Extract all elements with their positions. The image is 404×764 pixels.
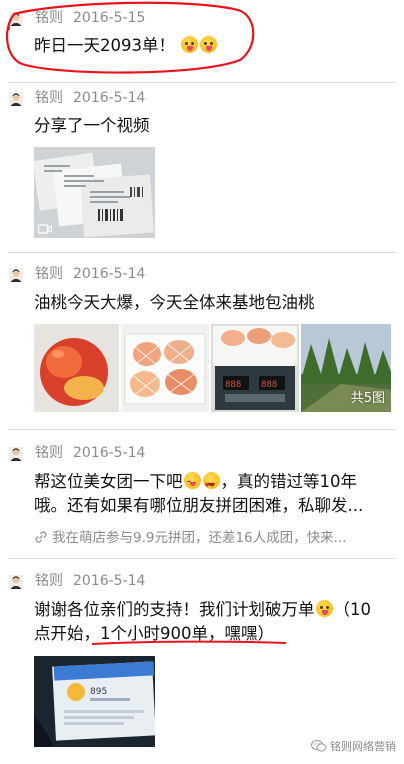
post-author[interactable]: 铭则 — [35, 573, 63, 589]
post-text-content: 帮这位美女团一下吧 — [34, 472, 183, 491]
post-author[interactable]: 铭则 — [35, 445, 63, 461]
post-text-content: 谢谢各位亲们的支持！我们计划破万单 — [34, 600, 315, 619]
photo-thumbnail[interactable] — [121, 324, 209, 412]
tongue-emoji-icon — [315, 600, 333, 617]
watermark: 铭则网络营销 — [311, 738, 396, 754]
link-icon — [35, 531, 47, 543]
wechat-icon — [311, 740, 327, 752]
avatar[interactable] — [9, 268, 23, 282]
moment-post-2: 铭则 2016-5-14 分享了一个视频 — [0, 83, 404, 253]
heart-eyes-emoji-icon — [202, 472, 220, 498]
post-text: 分享了一个视频 — [34, 114, 386, 138]
annotation-underline — [91, 640, 287, 645]
post-author[interactable]: 铭则 — [35, 266, 63, 282]
post-date: 2016-5-14 — [73, 266, 146, 282]
shared-link-text: 我在萌店参与9.9元拼团，还差16人成团，快来... — [52, 530, 347, 546]
video-icon — [38, 224, 52, 234]
svg-text:888: 888 — [261, 380, 277, 390]
moment-post-4: 铭则 2016-5-14 帮这位美女团一下吧，真的错过等10年哦。还有如果有哪位朋… — [0, 430, 404, 558]
svg-text:888: 888 — [225, 380, 241, 390]
moment-post-1: 铭则 2016-5-15 昨日一天2093单！ — [0, 0, 404, 82]
post-text: 帮这位美女团一下吧，真的错过等10年哦。还有如果有哪位朋友拼团困难，私聊发... — [34, 470, 386, 518]
moment-post-5: 铭则 2016-5-14 谢谢各位亲们的支持！我们计划破万单 （10点开始，1个小时… — [0, 559, 404, 764]
post-author[interactable]: 铭则 — [35, 90, 63, 106]
post-meta: 铭则 2016-5-14 — [35, 90, 145, 106]
image-count-badge: 共5图 — [350, 391, 385, 406]
post-date: 2016-5-14 — [73, 573, 146, 589]
post-date: 2016-5-14 — [73, 90, 146, 106]
post-meta: 铭则 2016-5-14 — [35, 266, 145, 282]
photo-thumbnail[interactable]: 888 888 — [211, 324, 299, 412]
post-meta: 铭则 2016-5-14 — [35, 445, 145, 461]
avatar[interactable] — [9, 447, 23, 461]
post-text-content: 油桃今天大爆，今天全体来基地包油桃 — [34, 293, 315, 312]
post-date: 2016-5-14 — [73, 445, 146, 461]
avatar[interactable] — [9, 92, 23, 106]
yum-emoji-icon — [183, 472, 201, 489]
avatar[interactable] — [9, 575, 23, 589]
photo-thumbnail[interactable]: 共5图 — [301, 324, 391, 412]
photo-thumbnail[interactable]: 895 — [34, 656, 155, 747]
annotation-circle — [6, 1, 255, 74]
post-text: 油桃今天大爆，今天全体来基地包油桃 — [34, 291, 386, 315]
photo-thumbnail[interactable] — [34, 324, 119, 412]
screen-number: 895 — [90, 687, 107, 697]
watermark-text: 铭则网络营销 — [330, 740, 396, 753]
video-thumbnail[interactable] — [34, 147, 155, 238]
shared-link[interactable]: 我在萌店参与9.9元拼团，还差16人成团，快来... — [34, 526, 386, 546]
moment-post-3: 铭则 2016-5-14 油桃今天大爆，今天全体来基地包油桃 888 888 共… — [0, 253, 404, 429]
post-meta: 铭则 2016-5-14 — [35, 573, 145, 589]
post-text-content: 分享了一个视频 — [34, 116, 150, 135]
